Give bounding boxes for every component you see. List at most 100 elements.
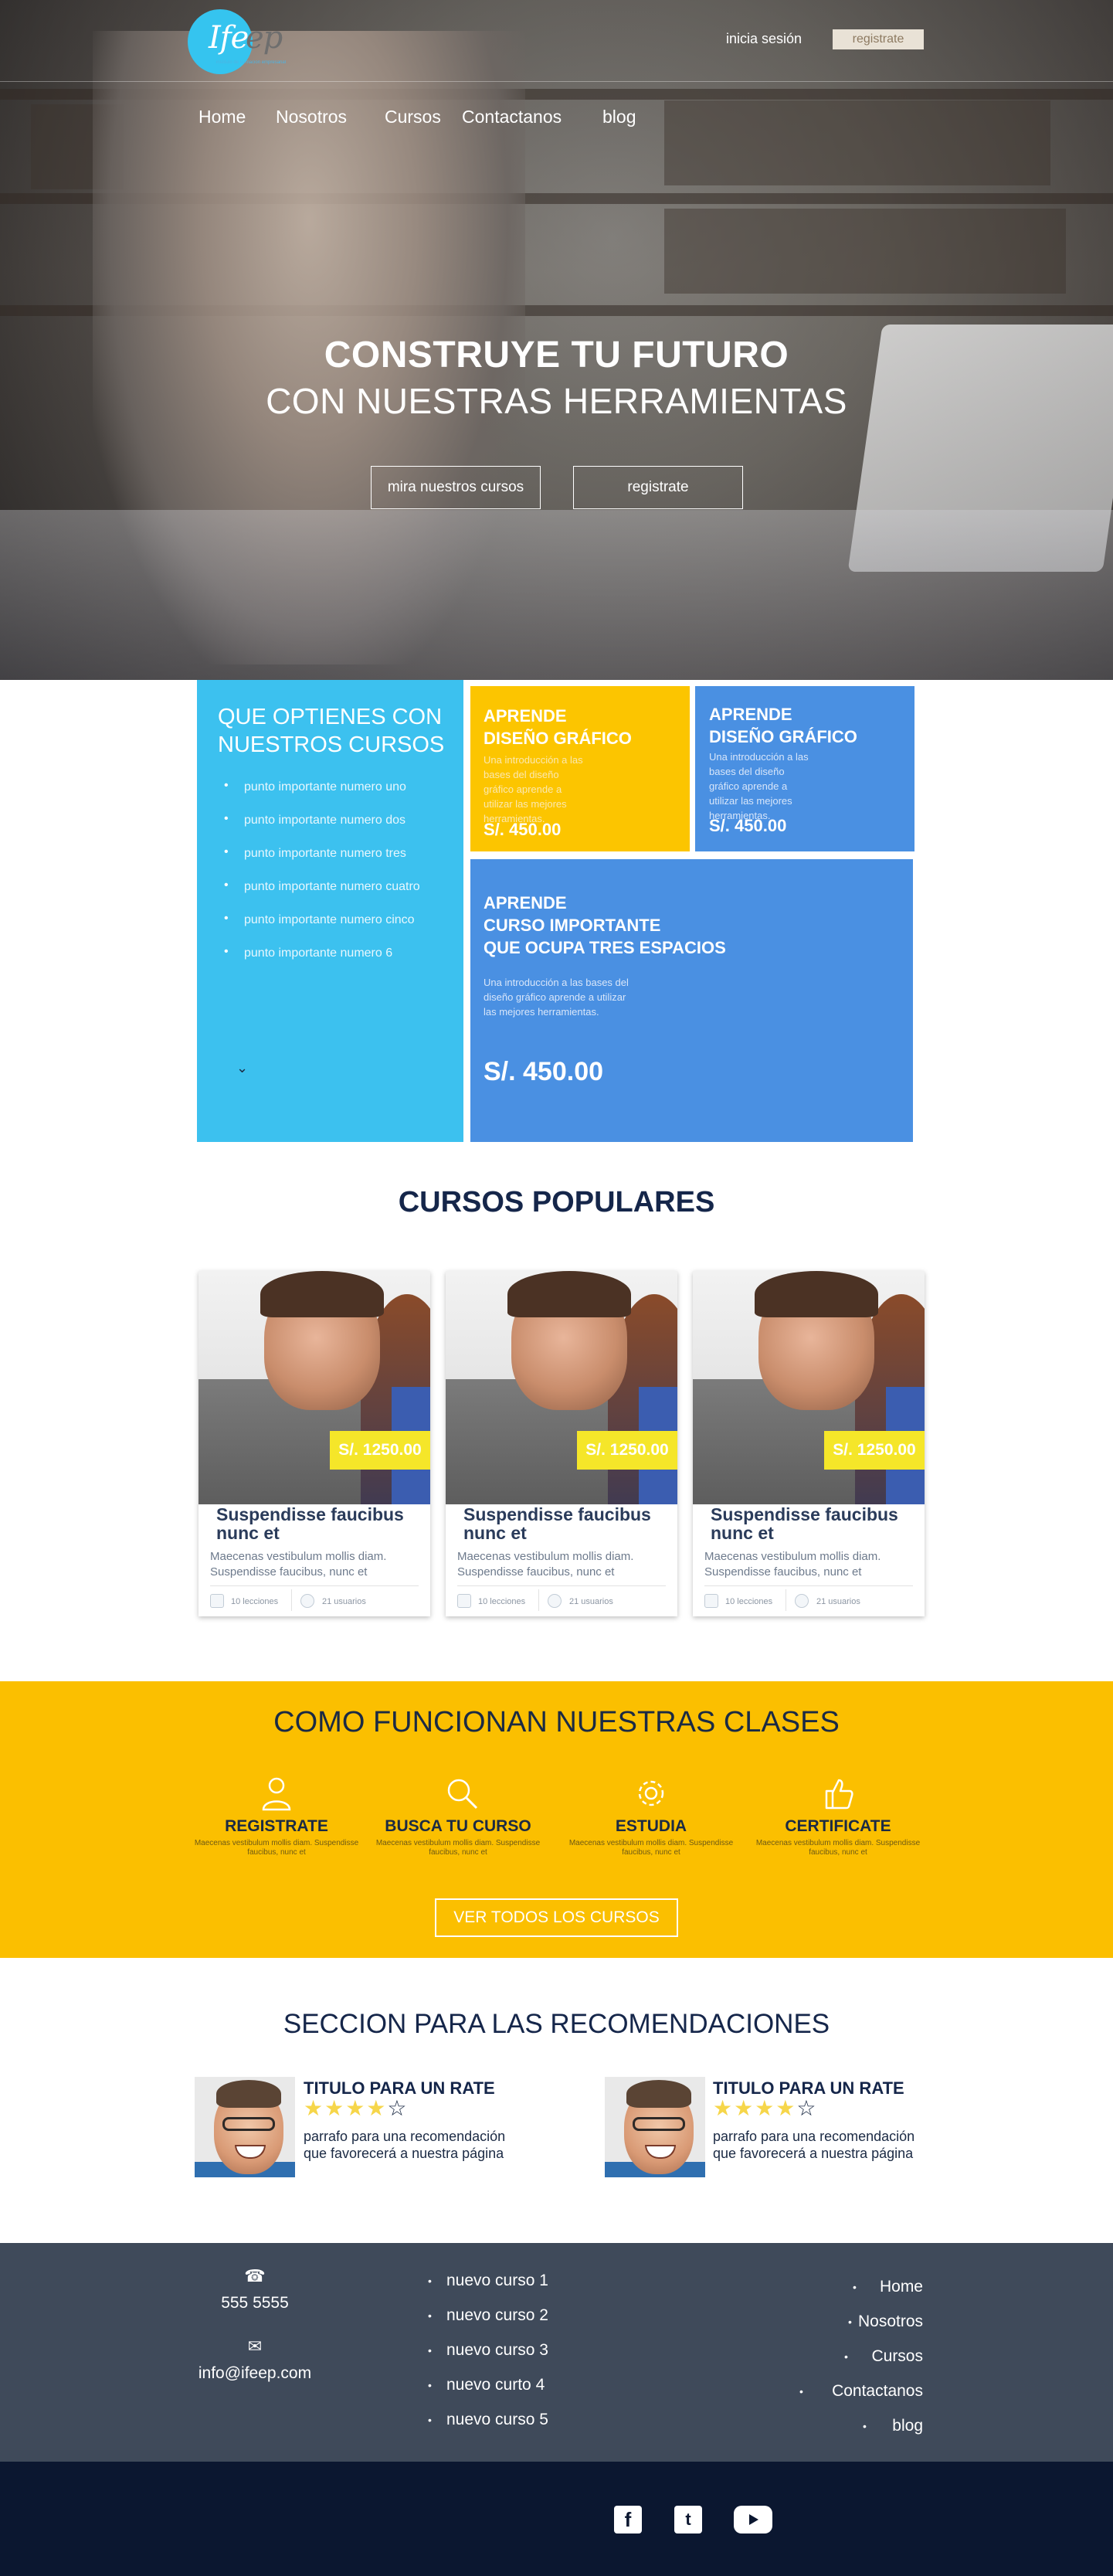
divider — [457, 1585, 666, 1586]
lessons-icon — [210, 1594, 224, 1608]
users-count: 21 usuarios — [322, 1597, 366, 1606]
step-title: BUSCA TU CURSO — [385, 1817, 531, 1835]
footer-nav-blog[interactable]: blog — [892, 2417, 923, 2435]
card-price: S/. 450.00 — [709, 816, 787, 835]
step-title: ESTUDIA — [615, 1817, 687, 1835]
register-hero-button[interactable]: registrate — [573, 466, 743, 509]
nav-cursos[interactable]: Cursos — [385, 107, 441, 127]
twitter-icon[interactable]: t — [674, 2506, 702, 2534]
card-title-line2: QUE OCUPA TRES ESPACIOS — [484, 938, 726, 957]
how-it-works-title: COMO FUNCIONAN NUESTRAS CLASES — [273, 1706, 840, 1738]
card-kicker: APRENDE — [709, 705, 792, 724]
hero-subtitle: CON NUESTRAS HERRAMIENTAS — [266, 381, 847, 421]
phone-number: 555 5555 — [221, 2294, 289, 2312]
chevron-down-icon[interactable]: ⌄ — [236, 1060, 248, 1076]
users-icon — [300, 1594, 314, 1608]
card-kicker: APRENDE — [484, 706, 567, 726]
recommendation-text: parrafo para una recomendación que favor… — [304, 2129, 506, 2161]
price-tag: S/. 1250.00 — [577, 1431, 677, 1470]
course-card-wide[interactable]: APRENDE CURSO IMPORTANTE QUE OCUPA TRES … — [470, 859, 913, 1142]
youtube-icon[interactable] — [734, 2506, 772, 2534]
divider — [538, 1589, 539, 1611]
gear-icon — [632, 1774, 670, 1813]
footer-nav-nosotros[interactable]: Nosotros — [858, 2313, 923, 2331]
avatar — [605, 2077, 705, 2177]
card-desc: Una introducción a las bases del diseño … — [709, 751, 809, 821]
lessons-icon — [704, 1594, 718, 1608]
step-desc: Maecenas vestibulum mollis diam. Suspend… — [194, 1839, 359, 1857]
course-card-yellow[interactable]: APRENDE DISEÑO GRÁFICO Una introducción … — [470, 686, 690, 851]
view-all-courses-button[interactable]: VER TODOS LOS CURSOS — [435, 1898, 678, 1937]
books-decoration — [664, 100, 1050, 185]
course-image: S/. 1250.00 — [446, 1271, 677, 1504]
search-icon — [443, 1774, 481, 1813]
card-title: DISEÑO GRÁFICO — [709, 727, 857, 746]
footer-nav-contactanos[interactable]: Contactanos — [832, 2382, 923, 2401]
price-tag: S/. 1250.00 — [330, 1431, 430, 1470]
desk-decoration — [0, 510, 1113, 680]
thumbs-up-icon — [819, 1774, 857, 1813]
card-kicker: APRENDE — [484, 893, 567, 912]
footer-course-link[interactable]: nuevo curso 2 — [446, 2306, 548, 2325]
nav-blog[interactable]: blog — [602, 107, 636, 127]
card-desc: Una introducción a las bases del diseño … — [484, 754, 583, 824]
mail-icon: ✉ — [247, 2336, 263, 2356]
star-rating[interactable]: ★★★★☆ — [304, 2095, 409, 2121]
divider — [704, 1585, 913, 1586]
logo-text-accent[interactable]: ep — [246, 20, 283, 56]
course-card[interactable]: S/. 1250.00 Suspendisse faucibus nunc et… — [199, 1271, 430, 1616]
lessons-count: 10 lecciones — [725, 1597, 773, 1606]
course-description: Maecenas vestibulum mollis diam. Suspend… — [704, 1550, 881, 1579]
step-desc: Maecenas vestibulum mollis diam. Suspend… — [568, 1839, 734, 1857]
features-title: QUE OPTIENES CON NUESTROS CURSOS — [218, 705, 445, 757]
email-address[interactable]: info@ifeep.com — [139, 2364, 371, 2383]
course-title[interactable]: Suspendisse faucibus nunc et — [463, 1505, 672, 1542]
lessons-count: 10 lecciones — [478, 1597, 526, 1606]
recommendation-text: parrafo para una recomendación que favor… — [713, 2129, 915, 2161]
step-title: CERTIFICATE — [785, 1817, 891, 1835]
course-description: Maecenas vestibulum mollis diam. Suspend… — [457, 1550, 634, 1579]
login-link[interactable]: inicia sesión — [726, 31, 802, 47]
nav-home[interactable]: Home — [199, 107, 246, 127]
footer-nav: • Home • Nosotros • Cursos • Contactanos • bl… — [799, 2278, 923, 2435]
footer-course-link[interactable]: nuevo curso 5 — [446, 2411, 548, 2429]
course-card-blue[interactable]: APRENDE DISEÑO GRÁFICO Una introducción … — [695, 686, 914, 851]
course-card[interactable]: S/. 1250.00 Suspendisse faucibus nunc et… — [693, 1271, 925, 1616]
footer-nav-home[interactable]: Home — [880, 2278, 923, 2296]
footer-course-link[interactable]: nuevo curto 4 — [446, 2376, 545, 2394]
facebook-icon[interactable]: f — [614, 2506, 642, 2534]
bottom-bar — [0, 2462, 1113, 2576]
card-price: S/. 450.00 — [484, 820, 562, 839]
course-title[interactable]: Suspendisse faucibus nunc et — [216, 1505, 425, 1542]
phone-icon: ☎ — [244, 2266, 266, 2285]
nav-nosotros[interactable]: Nosotros — [276, 107, 347, 127]
view-courses-button[interactable]: mira nuestros cursos — [371, 466, 541, 509]
star-rating[interactable]: ★★★★☆ — [713, 2095, 818, 2121]
step-desc: Maecenas vestibulum mollis diam. Suspend… — [755, 1839, 921, 1857]
card-title: DISEÑO GRÁFICO — [484, 729, 632, 748]
users-count: 21 usuarios — [569, 1597, 613, 1606]
footer-course-link[interactable]: nuevo curso 1 — [446, 2272, 548, 2290]
course-description: Maecenas vestibulum mollis diam. Suspend… — [210, 1550, 387, 1579]
course-title[interactable]: Suspendisse faucibus nunc et — [711, 1505, 919, 1542]
divider — [291, 1589, 292, 1611]
card-desc: Una introducción a las bases del diseño … — [484, 977, 629, 1018]
avatar — [195, 2077, 295, 2177]
card-title: CURSO IMPORTANTE — [484, 916, 661, 935]
users-icon — [795, 1594, 809, 1608]
users-icon — [548, 1594, 562, 1608]
course-image: S/. 1250.00 — [693, 1271, 925, 1504]
logo-text[interactable]: Ife — [209, 20, 249, 56]
recommendations-title: SECCION PARA LAS RECOMENDACIONES — [283, 2009, 830, 2039]
register-top-button[interactable]: registrate — [833, 29, 924, 49]
course-card[interactable]: S/. 1250.00 Suspendisse faucibus nunc et… — [446, 1271, 677, 1616]
footer-nav-cursos[interactable]: Cursos — [871, 2347, 923, 2366]
nav-contactanos[interactable]: Contactanos — [462, 107, 562, 127]
hero-title: CONSTRUYE TU FUTURO — [324, 335, 789, 376]
footer-courses-list: • nuevo curso 1 • nuevo curso 2 • nuevo cur… — [428, 2272, 548, 2429]
books-decoration — [664, 209, 1066, 294]
lessons-icon — [457, 1594, 471, 1608]
footer-course-link[interactable]: nuevo curso 3 — [446, 2341, 548, 2360]
step-desc: Maecenas vestibulum mollis diam. Suspend… — [375, 1839, 541, 1857]
divider — [210, 1585, 419, 1586]
